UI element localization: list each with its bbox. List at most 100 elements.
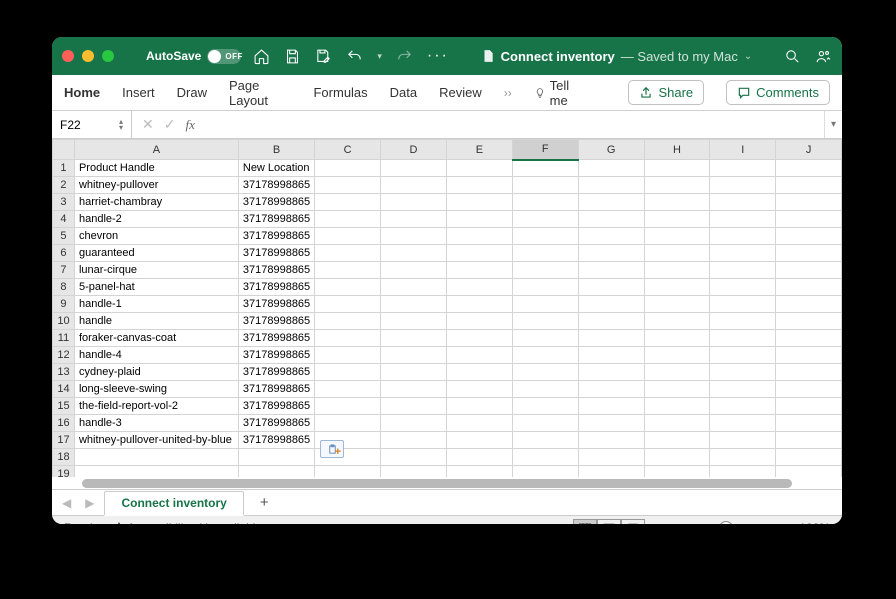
redo-icon[interactable] xyxy=(396,48,413,65)
cell[interactable] xyxy=(446,177,512,194)
cell[interactable] xyxy=(446,466,512,478)
cell[interactable] xyxy=(381,466,447,478)
column-header[interactable]: H xyxy=(644,140,710,160)
cell[interactable] xyxy=(710,364,776,381)
cell[interactable] xyxy=(644,279,710,296)
cell[interactable] xyxy=(446,228,512,245)
cell[interactable] xyxy=(315,211,381,228)
column-header[interactable]: F xyxy=(512,140,578,160)
cell[interactable] xyxy=(512,398,578,415)
save-as-icon[interactable] xyxy=(315,48,332,65)
cell[interactable]: 37178998865 xyxy=(238,279,314,296)
cell[interactable] xyxy=(578,160,644,177)
undo-dropdown-icon[interactable]: ▾ xyxy=(377,51,382,62)
cell[interactable] xyxy=(446,347,512,364)
accessibility-status[interactable]: Accessibility: Unavailable xyxy=(113,521,262,524)
cell[interactable] xyxy=(446,398,512,415)
share-button[interactable]: Share xyxy=(628,80,704,105)
column-header[interactable]: G xyxy=(578,140,644,160)
cell[interactable] xyxy=(315,160,381,177)
comments-button[interactable]: Comments xyxy=(726,80,830,105)
close-button[interactable] xyxy=(62,50,74,62)
cell[interactable] xyxy=(578,415,644,432)
cell[interactable]: 37178998865 xyxy=(238,364,314,381)
paste-options-smarttag[interactable] xyxy=(320,440,344,458)
cell[interactable] xyxy=(578,381,644,398)
cell[interactable] xyxy=(315,296,381,313)
more-icon[interactable]: ··· xyxy=(427,47,449,65)
cell[interactable] xyxy=(315,398,381,415)
column-header[interactable]: E xyxy=(446,140,512,160)
row-header[interactable]: 7 xyxy=(53,262,75,279)
cell[interactable] xyxy=(578,194,644,211)
cell[interactable]: 37178998865 xyxy=(238,415,314,432)
cell[interactable] xyxy=(710,313,776,330)
column-header[interactable]: B xyxy=(238,140,314,160)
cell[interactable] xyxy=(776,415,842,432)
tab-insert[interactable]: Insert xyxy=(122,85,155,100)
cell[interactable] xyxy=(578,296,644,313)
cell[interactable] xyxy=(381,347,447,364)
cell[interactable] xyxy=(776,347,842,364)
cell[interactable]: 37178998865 xyxy=(238,228,314,245)
cell[interactable] xyxy=(512,466,578,478)
cell[interactable] xyxy=(710,415,776,432)
cell[interactable] xyxy=(710,245,776,262)
select-all-cell[interactable] xyxy=(53,140,75,160)
cell[interactable]: 37178998865 xyxy=(238,296,314,313)
cell[interactable] xyxy=(512,415,578,432)
cell[interactable]: whitney-pullover xyxy=(74,177,238,194)
cell[interactable] xyxy=(776,364,842,381)
cell[interactable] xyxy=(381,415,447,432)
fx-icon[interactable]: fx xyxy=(185,117,194,133)
cell[interactable]: whitney-pullover-united-by-blue xyxy=(74,432,238,449)
namebox-stepper-icon[interactable]: ▴▾ xyxy=(119,119,123,131)
cell[interactable] xyxy=(776,432,842,449)
row-header[interactable]: 12 xyxy=(53,347,75,364)
cell[interactable]: 37178998865 xyxy=(238,381,314,398)
cell[interactable] xyxy=(512,228,578,245)
cell[interactable] xyxy=(710,330,776,347)
cell[interactable] xyxy=(578,177,644,194)
cell[interactable]: guaranteed xyxy=(74,245,238,262)
cell[interactable] xyxy=(381,194,447,211)
cell[interactable] xyxy=(578,398,644,415)
row-header[interactable]: 8 xyxy=(53,279,75,296)
row-header[interactable]: 11 xyxy=(53,330,75,347)
cell[interactable] xyxy=(710,398,776,415)
cell[interactable] xyxy=(644,398,710,415)
cell[interactable] xyxy=(512,364,578,381)
cell[interactable] xyxy=(315,177,381,194)
cell[interactable] xyxy=(446,313,512,330)
cell[interactable] xyxy=(381,381,447,398)
cell[interactable] xyxy=(776,296,842,313)
cell[interactable] xyxy=(381,211,447,228)
row-header[interactable]: 13 xyxy=(53,364,75,381)
cell[interactable] xyxy=(644,364,710,381)
cell[interactable] xyxy=(512,449,578,466)
cell[interactable] xyxy=(776,449,842,466)
cell[interactable] xyxy=(644,245,710,262)
accept-formula-icon[interactable]: ✓ xyxy=(164,116,176,133)
cell[interactable] xyxy=(578,228,644,245)
cell[interactable] xyxy=(315,279,381,296)
column-header[interactable]: J xyxy=(776,140,842,160)
autosave-toggle[interactable]: AutoSave OFF xyxy=(146,49,241,64)
cell[interactable] xyxy=(315,364,381,381)
cell[interactable] xyxy=(578,245,644,262)
tab-data[interactable]: Data xyxy=(390,85,417,100)
cell[interactable] xyxy=(512,177,578,194)
cell[interactable] xyxy=(644,160,710,177)
row-header[interactable]: 16 xyxy=(53,415,75,432)
column-header[interactable]: C xyxy=(315,140,381,160)
cell[interactable]: 37178998865 xyxy=(238,347,314,364)
cell[interactable] xyxy=(578,347,644,364)
cell[interactable] xyxy=(644,432,710,449)
document-title[interactable]: Connect inventory — Saved to my Mac ⌄ xyxy=(461,48,772,64)
cell[interactable]: foraker-canvas-coat xyxy=(74,330,238,347)
cell[interactable] xyxy=(315,194,381,211)
cell[interactable] xyxy=(644,177,710,194)
cell[interactable] xyxy=(776,398,842,415)
page-layout-view-button[interactable] xyxy=(597,519,621,524)
row-header[interactable]: 10 xyxy=(53,313,75,330)
